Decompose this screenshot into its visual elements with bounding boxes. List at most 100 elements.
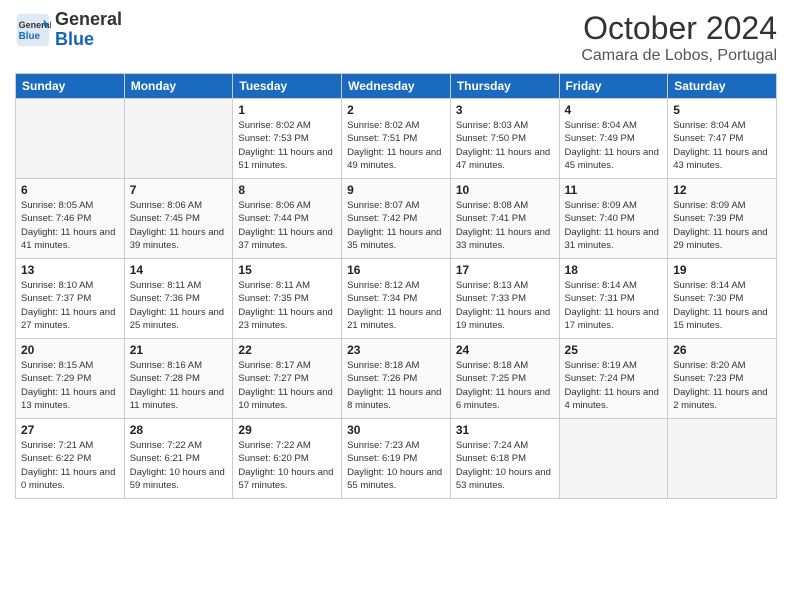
day-info: Sunrise: 8:03 AMSunset: 7:50 PMDaylight:…: [456, 119, 554, 172]
day-number: 5: [673, 103, 771, 117]
day-number: 27: [21, 423, 119, 437]
day-number: 14: [130, 263, 228, 277]
weekday-wednesday: Wednesday: [342, 74, 451, 99]
calendar-cell: 17Sunrise: 8:13 AMSunset: 7:33 PMDayligh…: [450, 259, 559, 339]
day-info: Sunrise: 7:23 AMSunset: 6:19 PMDaylight:…: [347, 439, 445, 492]
day-info: Sunrise: 8:04 AMSunset: 7:47 PMDaylight:…: [673, 119, 771, 172]
day-number: 16: [347, 263, 445, 277]
day-info: Sunrise: 8:04 AMSunset: 7:49 PMDaylight:…: [565, 119, 663, 172]
calendar-cell: 5 Sunrise: 8:04 AMSunset: 7:47 PMDaylight…: [668, 99, 777, 179]
calendar-cell: 28Sunrise: 7:22 AMSunset: 6:21 PMDayligh…: [124, 419, 233, 499]
day-number: 23: [347, 343, 445, 357]
day-info: Sunrise: 8:12 AMSunset: 7:34 PMDaylight:…: [347, 279, 445, 332]
day-number: 22: [238, 343, 336, 357]
weekday-header-row: SundayMondayTuesdayWednesdayThursdayFrid…: [16, 74, 777, 99]
day-number: 13: [21, 263, 119, 277]
week-row-3: 13 Sunrise: 8:10 AMSunset: 7:37 PMDayligh…: [16, 259, 777, 339]
calendar-cell: 1Sunrise: 8:02 AMSunset: 7:53 PMDaylight…: [233, 99, 342, 179]
logo-text: General Blue: [55, 10, 122, 50]
calendar-cell: 30 Sunrise: 7:23 AMSunset: 6:19 PMDayligh…: [342, 419, 451, 499]
weekday-sunday: Sunday: [16, 74, 125, 99]
calendar-cell: 15 Sunrise: 8:11 AMSunset: 7:35 PMDayligh…: [233, 259, 342, 339]
day-number: 29: [238, 423, 336, 437]
day-info: Sunrise: 8:02 AMSunset: 7:51 PMDaylight:…: [347, 119, 445, 172]
week-row-4: 20 Sunrise: 8:15 AMSunset: 7:29 PMDayligh…: [16, 339, 777, 419]
logo-general: General: [55, 9, 122, 29]
day-number: 2: [347, 103, 445, 117]
day-number: 11: [565, 183, 663, 197]
weekday-thursday: Thursday: [450, 74, 559, 99]
day-number: 4: [565, 103, 663, 117]
day-number: 30: [347, 423, 445, 437]
day-info: Sunrise: 8:08 AMSunset: 7:41 PMDaylight:…: [456, 199, 554, 252]
day-number: 19: [673, 263, 771, 277]
day-info: Sunrise: 8:06 AMSunset: 7:45 PMDaylight:…: [130, 199, 228, 252]
calendar-cell: 25Sunrise: 8:19 AMSunset: 7:24 PMDayligh…: [559, 339, 668, 419]
calendar-cell: [559, 419, 668, 499]
calendar-cell: 8 Sunrise: 8:06 AMSunset: 7:44 PMDaylight…: [233, 179, 342, 259]
calendar-cell: 12 Sunrise: 8:09 AMSunset: 7:39 PMDayligh…: [668, 179, 777, 259]
day-number: 24: [456, 343, 554, 357]
calendar-cell: 18Sunrise: 8:14 AMSunset: 7:31 PMDayligh…: [559, 259, 668, 339]
calendar-cell: 21Sunrise: 8:16 AMSunset: 7:28 PMDayligh…: [124, 339, 233, 419]
header: General Blue General Blue October 2024 C…: [15, 10, 777, 65]
calendar-cell: 23Sunrise: 8:18 AMSunset: 7:26 PMDayligh…: [342, 339, 451, 419]
day-info: Sunrise: 8:15 AMSunset: 7:29 PMDaylight:…: [21, 359, 119, 412]
day-info: Sunrise: 7:21 AMSunset: 6:22 PMDaylight:…: [21, 439, 119, 492]
day-info: Sunrise: 8:11 AMSunset: 7:35 PMDaylight:…: [238, 279, 336, 332]
day-info: Sunrise: 8:06 AMSunset: 7:44 PMDaylight:…: [238, 199, 336, 252]
calendar-cell: 24 Sunrise: 8:18 AMSunset: 7:25 PMDayligh…: [450, 339, 559, 419]
weekday-saturday: Saturday: [668, 74, 777, 99]
day-number: 15: [238, 263, 336, 277]
day-info: Sunrise: 8:09 AMSunset: 7:39 PMDaylight:…: [673, 199, 771, 252]
day-number: 26: [673, 343, 771, 357]
svg-text:Blue: Blue: [19, 31, 41, 42]
day-info: Sunrise: 8:13 AMSunset: 7:33 PMDaylight:…: [456, 279, 554, 332]
day-number: 8: [238, 183, 336, 197]
calendar-cell: 27 Sunrise: 7:21 AMSunset: 6:22 PMDayligh…: [16, 419, 125, 499]
day-info: Sunrise: 8:11 AMSunset: 7:36 PMDaylight:…: [130, 279, 228, 332]
day-info: Sunrise: 7:22 AMSunset: 6:20 PMDaylight:…: [238, 439, 336, 492]
calendar-cell: 31 Sunrise: 7:24 AMSunset: 6:18 PMDayligh…: [450, 419, 559, 499]
day-info: Sunrise: 8:16 AMSunset: 7:28 PMDaylight:…: [130, 359, 228, 412]
week-row-5: 27 Sunrise: 7:21 AMSunset: 6:22 PMDayligh…: [16, 419, 777, 499]
day-number: 9: [347, 183, 445, 197]
calendar-cell: 16 Sunrise: 8:12 AMSunset: 7:34 PMDayligh…: [342, 259, 451, 339]
calendar-cell: 20 Sunrise: 8:15 AMSunset: 7:29 PMDayligh…: [16, 339, 125, 419]
month-title: October 2024: [581, 10, 777, 47]
day-info: Sunrise: 8:14 AMSunset: 7:30 PMDaylight:…: [673, 279, 771, 332]
day-info: Sunrise: 7:24 AMSunset: 6:18 PMDaylight:…: [456, 439, 554, 492]
calendar-cell: 7 Sunrise: 8:06 AMSunset: 7:45 PMDaylight…: [124, 179, 233, 259]
day-number: 20: [21, 343, 119, 357]
day-info: Sunrise: 8:14 AMSunset: 7:31 PMDaylight:…: [565, 279, 663, 332]
calendar-cell: 13 Sunrise: 8:10 AMSunset: 7:37 PMDayligh…: [16, 259, 125, 339]
calendar-cell: 11Sunrise: 8:09 AMSunset: 7:40 PMDayligh…: [559, 179, 668, 259]
logo-icon: General Blue: [15, 12, 51, 48]
day-number: 3: [456, 103, 554, 117]
calendar-cell: 4 Sunrise: 8:04 AMSunset: 7:49 PMDaylight…: [559, 99, 668, 179]
calendar-cell: 9 Sunrise: 8:07 AMSunset: 7:42 PMDaylight…: [342, 179, 451, 259]
calendar-table: SundayMondayTuesdayWednesdayThursdayFrid…: [15, 73, 777, 499]
logo-blue: Blue: [55, 29, 94, 49]
day-info: Sunrise: 8:10 AMSunset: 7:37 PMDaylight:…: [21, 279, 119, 332]
day-number: 7: [130, 183, 228, 197]
day-info: Sunrise: 8:19 AMSunset: 7:24 PMDaylight:…: [565, 359, 663, 412]
calendar-cell: 26Sunrise: 8:20 AMSunset: 7:23 PMDayligh…: [668, 339, 777, 419]
week-row-1: 1Sunrise: 8:02 AMSunset: 7:53 PMDaylight…: [16, 99, 777, 179]
calendar-cell: 19 Sunrise: 8:14 AMSunset: 7:30 PMDayligh…: [668, 259, 777, 339]
weekday-monday: Monday: [124, 74, 233, 99]
weekday-friday: Friday: [559, 74, 668, 99]
day-info: Sunrise: 8:18 AMSunset: 7:25 PMDaylight:…: [456, 359, 554, 412]
day-number: 31: [456, 423, 554, 437]
day-info: Sunrise: 8:02 AMSunset: 7:53 PMDaylight:…: [238, 119, 336, 172]
calendar-cell: 6Sunrise: 8:05 AMSunset: 7:46 PMDaylight…: [16, 179, 125, 259]
calendar-container: General Blue General Blue October 2024 C…: [0, 0, 792, 509]
day-info: Sunrise: 8:07 AMSunset: 7:42 PMDaylight:…: [347, 199, 445, 252]
week-row-2: 6Sunrise: 8:05 AMSunset: 7:46 PMDaylight…: [16, 179, 777, 259]
calendar-cell: [124, 99, 233, 179]
day-number: 12: [673, 183, 771, 197]
day-info: Sunrise: 8:17 AMSunset: 7:27 PMDaylight:…: [238, 359, 336, 412]
calendar-cell: [16, 99, 125, 179]
calendar-cell: 3 Sunrise: 8:03 AMSunset: 7:50 PMDaylight…: [450, 99, 559, 179]
logo: General Blue General Blue: [15, 10, 122, 50]
